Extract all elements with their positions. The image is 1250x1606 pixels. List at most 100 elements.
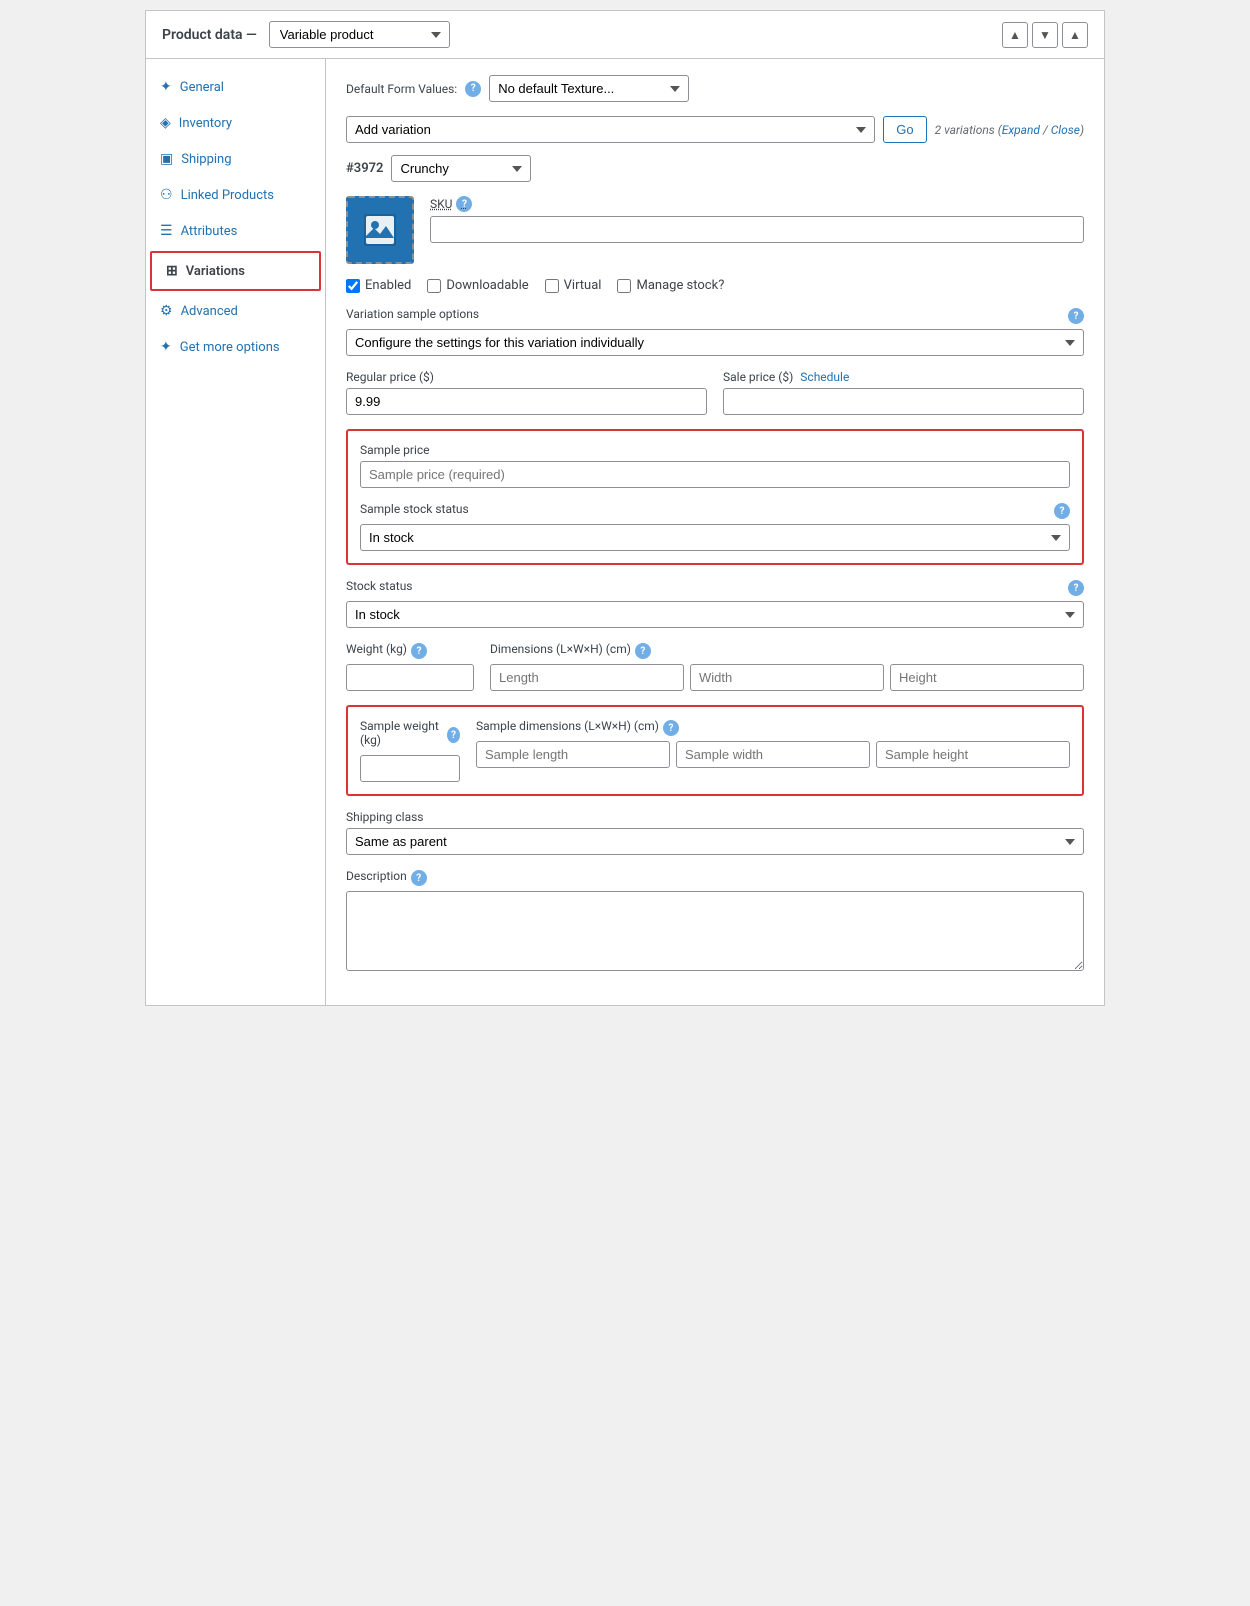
regular-price-label: Regular price ($) bbox=[346, 370, 707, 384]
sample-width-input[interactable] bbox=[676, 741, 870, 768]
dimensions-label: Dimensions (L×W×H) (cm) bbox=[490, 642, 631, 656]
dimensions-field: Dimensions (L×W×H) (cm) ? bbox=[490, 642, 1084, 691]
sample-weight-dimensions-row: Sample weight (kg) ? Sample dimensions (… bbox=[360, 719, 1070, 782]
sample-height-input[interactable] bbox=[876, 741, 1070, 768]
width-input[interactable] bbox=[690, 664, 884, 691]
description-help-icon[interactable]: ? bbox=[411, 870, 427, 886]
manage-stock-checkbox[interactable] bbox=[617, 279, 631, 293]
variation-name-select[interactable]: Crunchy bbox=[391, 155, 531, 182]
variation-image[interactable] bbox=[346, 196, 414, 264]
sale-price-field: Sale price ($) Schedule bbox=[723, 370, 1084, 415]
sidebar-item-attributes[interactable]: ☰ Attributes bbox=[146, 213, 325, 249]
schedule-link[interactable]: Schedule bbox=[800, 370, 849, 384]
go-button[interactable]: Go bbox=[883, 116, 926, 143]
variation-sample-options-label: Variation sample options bbox=[346, 307, 479, 321]
variation-id: #3972 bbox=[346, 161, 383, 176]
manage-stock-checkbox-label[interactable]: Manage stock? bbox=[617, 278, 724, 293]
collapse-up-button[interactable]: ▲ bbox=[1002, 22, 1028, 48]
sample-stock-status-label: Sample stock status bbox=[360, 502, 469, 516]
regular-price-input[interactable] bbox=[346, 388, 707, 415]
sample-price-label: Sample price bbox=[360, 443, 1070, 457]
stock-status-row: Stock status ? In stock Out of stock On … bbox=[346, 579, 1084, 628]
sample-stock-status-select[interactable]: In stock Out of stock On backorder bbox=[360, 524, 1070, 551]
virtual-checkbox[interactable] bbox=[545, 279, 559, 293]
sample-weight-help-icon[interactable]: ? bbox=[447, 727, 460, 743]
weight-dimensions-row: Weight (kg) ? Dimensions (L×W×H) (cm) ? bbox=[346, 642, 1084, 691]
close-link[interactable]: Close bbox=[1051, 123, 1080, 137]
length-input[interactable] bbox=[490, 664, 684, 691]
sample-dimensions-label: Sample dimensions (L×W×H) (cm) bbox=[476, 719, 659, 733]
shipping-class-select[interactable]: Same as parent bbox=[346, 828, 1084, 855]
variation-item-header: #3972 Crunchy bbox=[346, 155, 1084, 182]
weight-field: Weight (kg) ? bbox=[346, 642, 474, 691]
sample-price-section: Sample price document.currentScript.prev… bbox=[346, 429, 1084, 565]
sample-weight-field: Sample weight (kg) ? bbox=[360, 719, 460, 782]
sample-weight-input[interactable] bbox=[360, 755, 460, 782]
dimensions-inputs bbox=[490, 664, 1084, 691]
description-label: Description bbox=[346, 869, 407, 883]
variations-icon: ⊞ bbox=[166, 263, 178, 279]
lightning-icon: ✦ bbox=[160, 79, 172, 95]
sidebar-item-get-more-options[interactable]: ✦ Get more options bbox=[146, 329, 325, 365]
variation-sample-options-row: Variation sample options ? Configure the… bbox=[346, 307, 1084, 356]
enabled-checkbox-label[interactable]: Enabled bbox=[346, 278, 411, 293]
add-variation-select[interactable]: Add variation bbox=[346, 116, 875, 143]
price-row: Regular price ($) Sale price ($) Schedul… bbox=[346, 370, 1084, 415]
height-input[interactable] bbox=[890, 664, 1084, 691]
header-arrows: ▲ ▼ ▲ bbox=[1002, 22, 1088, 48]
sample-stock-status-help[interactable]: ? bbox=[1054, 503, 1070, 519]
default-form-label: Default Form Values: bbox=[346, 82, 457, 96]
shipping-icon: ▣ bbox=[160, 151, 173, 167]
variation-sample-options-help[interactable]: ? bbox=[1068, 308, 1084, 324]
default-form-select[interactable]: No default Texture... bbox=[489, 75, 689, 102]
weight-help-icon[interactable]: ? bbox=[411, 643, 427, 659]
dimensions-help-icon[interactable]: ? bbox=[635, 643, 651, 659]
enabled-checkbox[interactable] bbox=[346, 279, 360, 293]
sample-price-input[interactable] bbox=[360, 461, 1070, 488]
stock-status-label: Stock status bbox=[346, 579, 413, 593]
description-row: Description ? bbox=[346, 869, 1084, 975]
collapse-down-button[interactable]: ▼ bbox=[1032, 22, 1058, 48]
gear-icon: ⚙ bbox=[160, 303, 173, 319]
sidebar-item-general[interactable]: ✦ General bbox=[146, 69, 325, 105]
sidebar-item-inventory[interactable]: ◈ Inventory bbox=[146, 105, 325, 141]
sale-price-input[interactable] bbox=[723, 388, 1084, 415]
sample-dimensions-field: Sample dimensions (L×W×H) (cm) ? bbox=[476, 719, 1070, 782]
sku-field-wrap: SKU ? bbox=[430, 196, 1084, 243]
sample-length-input[interactable] bbox=[476, 741, 670, 768]
link-icon: ⚇ bbox=[160, 187, 173, 203]
default-form-row: Default Form Values: ? No default Textur… bbox=[346, 75, 1084, 102]
stock-status-select[interactable]: In stock Out of stock On backorder bbox=[346, 601, 1084, 628]
stock-status-help[interactable]: ? bbox=[1068, 580, 1084, 596]
expand-link[interactable]: Expand bbox=[1002, 123, 1040, 137]
sidebar-item-shipping[interactable]: ▣ Shipping bbox=[146, 141, 325, 177]
sidebar-item-variations[interactable]: ⊞ Variations bbox=[152, 253, 319, 289]
sample-dimensions-help-icon[interactable]: ? bbox=[663, 720, 679, 736]
sample-dimensions-section: Sample weight (kg) ? Sample dimensions (… bbox=[346, 705, 1084, 796]
sidebar-item-linked-products[interactable]: ⚇ Linked Products bbox=[146, 177, 325, 213]
sku-input[interactable] bbox=[430, 216, 1084, 243]
sample-price-row: Sample price document.currentScript.prev… bbox=[360, 443, 1070, 488]
add-variation-select-wrap: Add variation bbox=[346, 116, 875, 143]
virtual-checkbox-label[interactable]: Virtual bbox=[545, 278, 602, 293]
weight-input[interactable] bbox=[346, 664, 474, 691]
downloadable-checkbox[interactable] bbox=[427, 279, 441, 293]
variations-count: 2 variations (Expand / Close) bbox=[935, 123, 1084, 137]
description-textarea[interactable] bbox=[346, 891, 1084, 971]
sidebar-item-advanced[interactable]: ⚙ Advanced bbox=[146, 293, 325, 329]
product-data-title: Product data — bbox=[162, 27, 257, 43]
sale-price-label: Sale price ($) Schedule bbox=[723, 370, 1084, 384]
sku-help-icon[interactable]: ? bbox=[456, 196, 472, 212]
variation-sample-options-select[interactable]: Configure the settings for this variatio… bbox=[346, 329, 1084, 356]
expand-button[interactable]: ▲ bbox=[1062, 22, 1088, 48]
shipping-class-label: Shipping class bbox=[346, 810, 1084, 824]
star-icon: ✦ bbox=[160, 339, 172, 355]
sample-weight-label: Sample weight (kg) bbox=[360, 719, 443, 747]
product-type-select[interactable]: Variable product Simple product Grouped … bbox=[269, 21, 450, 48]
default-form-help-icon[interactable]: ? bbox=[465, 81, 481, 97]
downloadable-checkbox-label[interactable]: Downloadable bbox=[427, 278, 528, 293]
sample-stock-status-row: Sample stock status ? In stock Out of st… bbox=[360, 502, 1070, 551]
shipping-class-row: Shipping class Same as parent bbox=[346, 810, 1084, 855]
inventory-icon: ◈ bbox=[160, 115, 171, 131]
attributes-icon: ☰ bbox=[160, 223, 173, 239]
